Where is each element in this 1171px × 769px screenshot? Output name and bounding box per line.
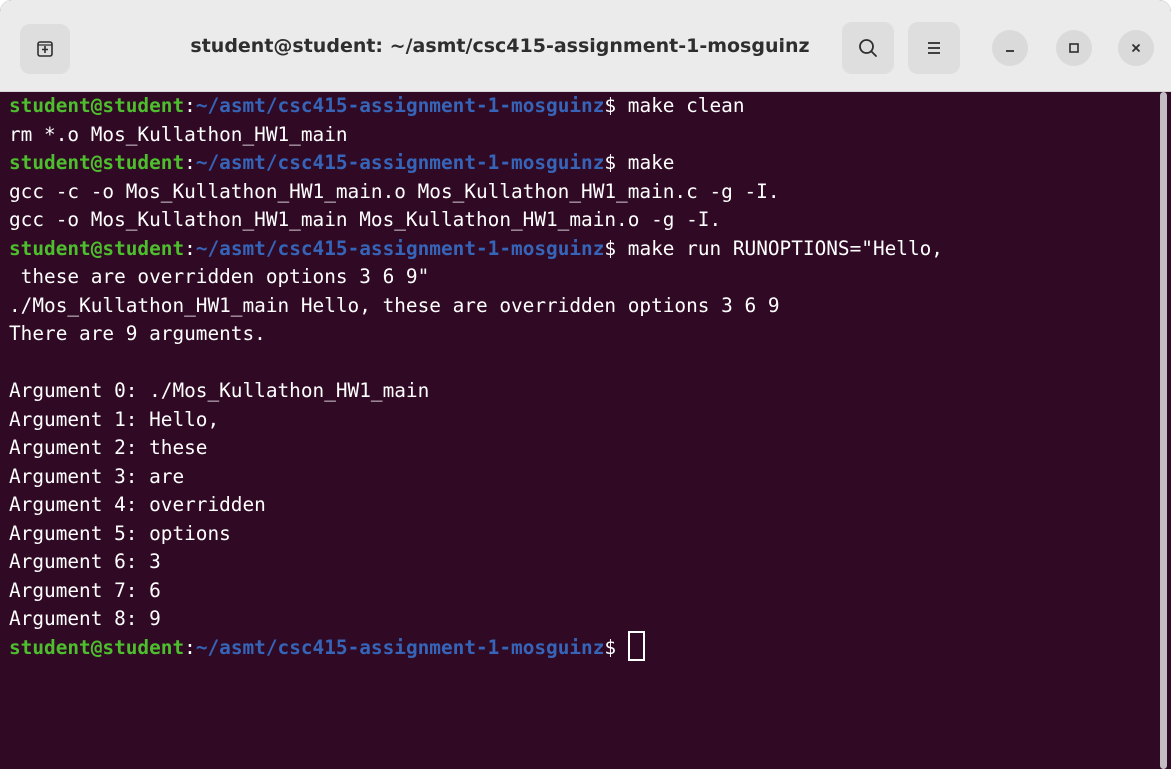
prompt-dollar: $	[604, 635, 628, 659]
argument-line: Argument 4: overridden	[9, 493, 266, 516]
maximize-icon	[1069, 43, 1079, 53]
prompt-path: ~/asmt/csc415-assignment-1-mosguinz	[195, 236, 605, 260]
output-line: gcc -c -o Mos_Kullathon_HW1_main.o Mos_K…	[9, 179, 780, 203]
prompt-line: student@student:~/asmt/csc415-assignment…	[9, 235, 1171, 264]
prompt-dollar: $	[604, 94, 628, 117]
prompt-line: student@student:~/asmt/csc415-assignment…	[9, 92, 1171, 121]
window-title: student@student: ~/asmt/csc415-assignmen…	[190, 35, 810, 57]
maximize-button[interactable]	[1056, 30, 1092, 66]
command-text: make clean	[627, 94, 745, 117]
argument-line: Argument 0: ./Mos_Kullathon_HW1_main	[9, 379, 430, 402]
hamburger-menu-icon	[928, 42, 940, 54]
menu-button[interactable]	[908, 22, 960, 74]
prompt-user-host: student@student	[9, 635, 185, 659]
output-line: these are overridden options 3 6 9"	[9, 265, 430, 288]
command-text: make	[627, 151, 675, 174]
argument-line: Argument 5: options	[9, 521, 231, 545]
argument-line: Argument 1: Hello,	[9, 407, 220, 431]
minimize-button[interactable]	[992, 30, 1028, 66]
search-button[interactable]	[842, 22, 894, 74]
prompt-colon: :	[184, 151, 196, 174]
terminal-scrollbar[interactable]	[1160, 92, 1167, 769]
output-line: ./Mos_Kullathon_HW1_main Hello, these ar…	[9, 293, 780, 317]
output-line: There are 9 arguments.	[9, 322, 266, 345]
search-icon	[859, 39, 877, 57]
argument-line: Argument 8: 9	[9, 607, 161, 630]
argument-line: Argument 6: 3	[9, 550, 161, 573]
prompt-colon: :	[184, 236, 196, 260]
new-tab-button[interactable]	[20, 24, 70, 74]
prompt-user-host: student@student	[9, 151, 185, 174]
close-button[interactable]	[1118, 30, 1154, 66]
prompt-user-host: student@student	[9, 94, 185, 117]
prompt-dollar: $	[604, 236, 628, 260]
output-line: rm *.o Mos_Kullathon_HW1_main	[9, 122, 348, 146]
prompt-colon: :	[184, 94, 196, 117]
prompt-line: student@student:~/asmt/csc415-assignment…	[9, 631, 1171, 663]
title-bar[interactable]: student@student: ~/asmt/csc415-assignmen…	[0, 0, 1171, 92]
output-line: gcc -o Mos_Kullathon_HW1_main Mos_Kullat…	[9, 208, 722, 231]
prompt-line: student@student:~/asmt/csc415-assignment…	[9, 149, 1171, 178]
prompt-colon: :	[184, 635, 196, 659]
argument-line: Argument 2: these	[9, 436, 208, 459]
new-tab-icon	[37, 41, 53, 57]
argument-line: Argument 3: are	[9, 464, 185, 488]
close-icon	[1131, 43, 1141, 53]
terminal-output[interactable]: student@student:~/asmt/csc415-assignment…	[0, 92, 1171, 769]
minimize-icon	[1006, 50, 1014, 52]
prompt-dollar: $	[604, 151, 628, 174]
prompt-path: ~/asmt/csc415-assignment-1-mosguinz	[195, 94, 605, 117]
terminal-window: student@student: ~/asmt/csc415-assignmen…	[0, 0, 1171, 769]
prompt-path: ~/asmt/csc415-assignment-1-mosguinz	[195, 151, 605, 174]
command-text: make run RUNOPTIONS="Hello,	[627, 236, 943, 260]
argument-line: Argument 7: 6	[9, 578, 161, 602]
terminal-cursor[interactable]	[627, 631, 645, 661]
prompt-path: ~/asmt/csc415-assignment-1-mosguinz	[195, 635, 605, 659]
prompt-user-host: student@student	[9, 236, 185, 260]
